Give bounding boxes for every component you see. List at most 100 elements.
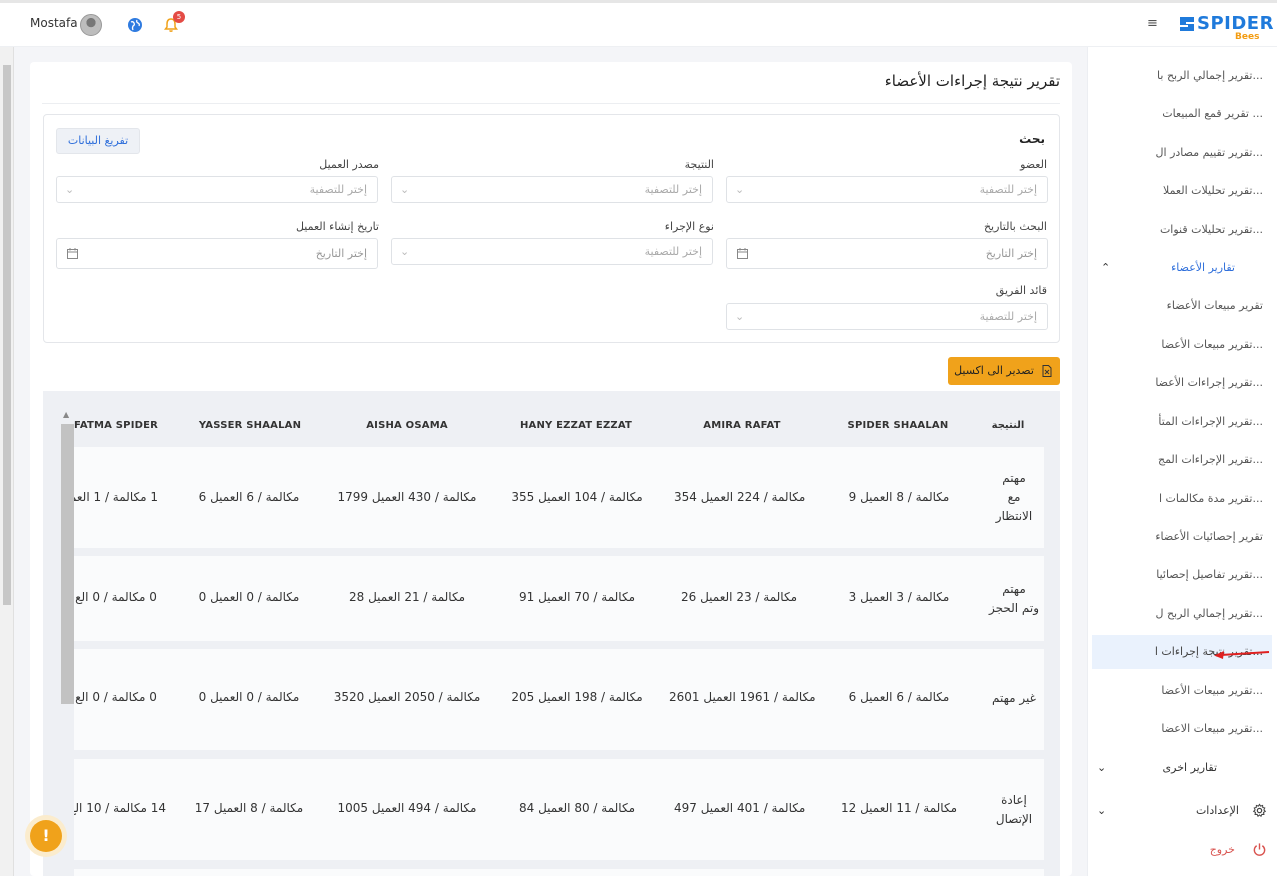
sidebar-group-label: الإعدادات <box>1195 804 1239 817</box>
client-created-placeholder: إختر التاريخ <box>315 247 367 260</box>
sidebar-item[interactable]: تقرير مبيعات الاعضا... <box>1093 711 1263 747</box>
logo[interactable]: SPIDER Bees <box>1177 12 1273 44</box>
data-cell: 497 مكالمة / 401 العميل <box>674 801 806 815</box>
client-source-select[interactable]: ⌄ إختر للتصفية <box>56 176 378 203</box>
scroll-up-icon[interactable]: ▲ <box>63 410 69 419</box>
logout-button[interactable]: خروج <box>1087 832 1267 868</box>
page-title: تقرير نتيجة إجراءات الأعضاء <box>884 72 1060 90</box>
sidebar-item[interactable]: تقرير إجمالي الربح ل... <box>1093 596 1263 632</box>
table-scrollbar[interactable]: ▲ <box>60 410 74 876</box>
avatar[interactable] <box>80 14 102 36</box>
sidebar-item[interactable]: تقرير تحليلات قنوات... <box>1093 212 1263 248</box>
filter-panel: بحث تفريغ البيانات العضو ⌄ إختر للتصفية … <box>43 114 1060 343</box>
result-line: مهتم <box>1002 471 1026 485</box>
logo-text: SPIDER <box>1197 13 1274 34</box>
team-leader-label: قائد الفريق <box>995 284 1047 297</box>
sidebar-item[interactable]: تقرير إجراءات الأعضا... <box>1093 365 1263 401</box>
column-header: SPIDER SHAALAN <box>847 420 949 431</box>
export-label: تصدير الى اكسيل <box>954 364 1034 377</box>
chevron-up-icon: ⌃ <box>1101 261 1111 274</box>
sidebar-item[interactable]: تقرير إجمالي الربح با... <box>1093 58 1263 94</box>
menu-toggle-icon[interactable]: ≡ <box>1147 17 1159 30</box>
table-row: مهتم وتم الحجز 3 مكالمة / 3 العميل 26 مك… <box>74 556 1044 641</box>
date-search-placeholder: إختر التاريخ <box>985 247 1037 260</box>
result-line: غير مهتم <box>992 691 1036 705</box>
data-cell: 6 مكالمة / 6 العميل <box>198 490 300 504</box>
sidebar-item[interactable]: تقرير الإجراءات المج... <box>1093 442 1263 478</box>
data-cell: 12 مكالمة / 11 العميل <box>840 801 958 815</box>
data-cell: 9 مكالمة / 8 العميل <box>848 490 950 504</box>
client-source-label: مصدر العميل <box>319 158 379 171</box>
sidebar-item[interactable]: تقرير تقييم مصادر ال... <box>1093 135 1263 171</box>
calendar-icon <box>737 248 748 259</box>
sidebar-item[interactable]: تقرير مبيعات الأعضاء <box>1093 288 1263 324</box>
clear-data-button[interactable]: تفريغ البيانات <box>56 128 140 154</box>
result-line: مهتم <box>1002 582 1026 596</box>
data-cell: 91 مكالمة / 70 العميل <box>518 590 636 604</box>
member-select[interactable]: ⌄ إختر للتصفية <box>726 176 1048 203</box>
column-header: HANY EZZAT EZZAT <box>519 420 633 431</box>
sidebar-group-other[interactable]: ⌄ تقارير اخرى <box>1087 750 1217 786</box>
chevron-down-icon: ⌄ <box>400 183 410 196</box>
data-cell: 1 مكالمة / 1 العم <box>74 490 158 504</box>
data-cell: 1005 مكالمة / 494 العميل <box>337 801 477 815</box>
sidebar: تقرير إجمالي الربح با... تقرير قمع المبي… <box>1087 47 1277 876</box>
sidebar-item[interactable]: تقرير مدة مكالمات ا... <box>1093 481 1263 517</box>
divider <box>42 103 1060 104</box>
client-source-select-placeholder: إختر للتصفية <box>309 183 367 196</box>
data-cell: 0 مكالمة / 0 الع <box>75 590 157 604</box>
team-leader-select-placeholder: إختر للتصفية <box>979 310 1037 323</box>
member-label: العضو <box>1020 158 1047 171</box>
data-cell: 205 مكالمة / 198 العميل <box>511 690 643 704</box>
page-scrollbar[interactable] <box>0 47 14 876</box>
report-card: تقرير نتيجة إجراءات الأعضاء بحث تفريغ ال… <box>30 62 1072 876</box>
team-leader-select[interactable]: ⌄ إختر للتصفية <box>726 303 1048 330</box>
column-header-result: النتيجة <box>991 420 1025 431</box>
date-search-label: البحث بالتاريخ <box>983 220 1047 233</box>
sidebar-group-settings[interactable]: ⌄ الإعدادات <box>1087 793 1267 829</box>
date-search-input[interactable]: إختر التاريخ <box>726 238 1048 269</box>
page-scroll-thumb[interactable] <box>3 65 11 605</box>
sidebar-item[interactable]: تقرير تفاصيل إحصائيا... <box>1093 557 1263 593</box>
notification-badge: 5 <box>173 11 185 23</box>
data-cell: 6 مكالمة / 6 العميل <box>848 690 950 704</box>
table-row: إعادة الإتصال 12 مكالمة / 11 العميل 497 … <box>74 759 1044 860</box>
globe-icon[interactable] <box>127 17 143 33</box>
client-created-input[interactable]: إختر التاريخ <box>56 238 378 269</box>
excel-file-icon <box>1042 365 1052 377</box>
sidebar-item[interactable]: تقرير قمع المبيعات ... <box>1093 96 1263 132</box>
sidebar-item[interactable]: تقرير الإجراءات المتأ... <box>1093 404 1263 440</box>
chevron-down-icon: ⌄ <box>735 310 745 323</box>
result-cell: مهتم مع الانتظار <box>984 469 1044 526</box>
spider-logo-icon <box>1180 17 1194 31</box>
action-type-select-placeholder: إختر للتصفية <box>644 245 702 258</box>
sidebar-group-members[interactable]: ⌃ تقارير الأعضاء <box>1095 250 1235 286</box>
sidebar-item[interactable]: تقرير مبيعات الأعضا... <box>1093 327 1263 363</box>
data-cell: 17 مكالمة / 8 العميل <box>194 801 304 815</box>
data-cell: 355 مكالمة / 104 العميل <box>511 490 643 504</box>
table-scroll-thumb[interactable] <box>61 424 74 704</box>
logo-subtext: Bees <box>1235 32 1260 42</box>
result-cell: غير مهتم <box>984 689 1044 708</box>
table-row: غير مهتم 6 مكالمة / 6 العميل 2601 مكالمة… <box>74 649 1044 750</box>
result-cell: إعادة الإتصال <box>984 791 1044 829</box>
export-excel-button[interactable]: تصدير الى اكسيل <box>948 357 1060 385</box>
sidebar-item[interactable]: تقرير تحليلات العملا... <box>1093 173 1263 209</box>
help-button[interactable]: ! <box>30 820 62 852</box>
data-cell: 0 مكالمة / 0 العميل <box>198 590 300 604</box>
chevron-down-icon: ⌄ <box>1097 761 1107 774</box>
data-cell: 354 مكالمة / 224 العميل <box>674 490 806 504</box>
action-type-select[interactable]: ⌄ إختر للتصفية <box>391 238 713 265</box>
column-header: AMIRA RAFAT <box>703 420 781 431</box>
logout-label: خروج <box>1209 843 1235 856</box>
chevron-down-icon: ⌄ <box>400 245 410 258</box>
data-cell: 1799 مكالمة / 430 العميل <box>337 490 477 504</box>
result-line: مع <box>1007 490 1021 504</box>
sidebar-item[interactable]: تقرير إحصائيات الأعضاء <box>1093 519 1263 555</box>
result-cell: مهتم وتم الحجز <box>984 580 1044 618</box>
result-select[interactable]: ⌄ إختر للتصفية <box>391 176 713 203</box>
data-cell: 0 مكالمة / 0 الع <box>75 690 157 704</box>
data-cell: 28 مكالمة / 21 العميل <box>348 590 466 604</box>
user-name[interactable]: Mostafa <box>30 16 78 30</box>
sidebar-item[interactable]: تقرير مبيعات الأعضا... <box>1093 673 1263 709</box>
